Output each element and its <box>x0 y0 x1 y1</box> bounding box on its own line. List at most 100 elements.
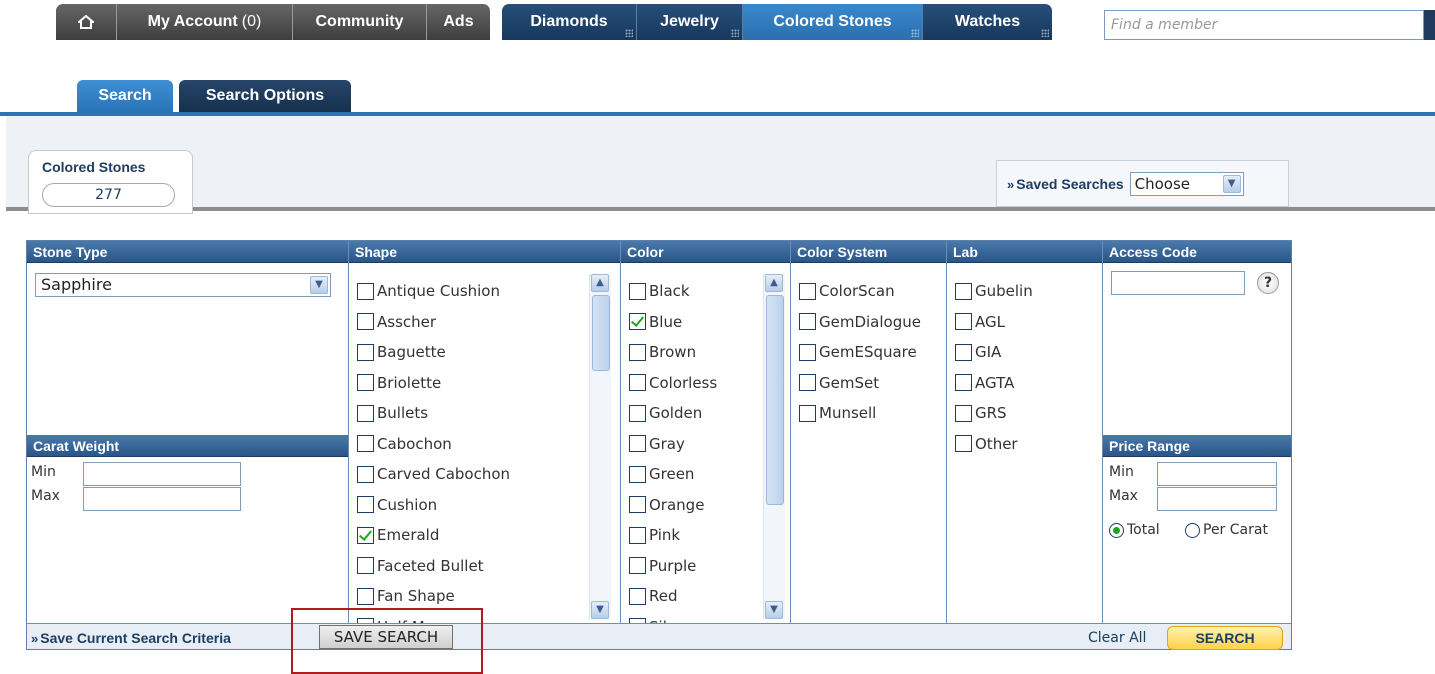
scroll-thumb[interactable] <box>766 295 784 505</box>
checkbox[interactable] <box>629 587 646 605</box>
checkbox[interactable] <box>629 526 646 544</box>
checkbox-checked[interactable] <box>357 526 374 544</box>
tab-search[interactable]: Search <box>77 80 173 112</box>
tab-colored-stones[interactable]: Colored Stones <box>742 4 922 40</box>
checkbox[interactable] <box>799 343 816 361</box>
checkbox[interactable] <box>357 496 374 513</box>
checkbox-option[interactable]: Gray <box>629 434 685 454</box>
carat-min-input[interactable] <box>83 462 241 486</box>
checkbox[interactable] <box>799 404 816 422</box>
checkbox-option[interactable]: Antique Cushion <box>357 281 500 301</box>
saved-searches-select[interactable]: Choose ▼ <box>1129 171 1244 196</box>
checkbox[interactable] <box>357 404 374 422</box>
checkbox[interactable] <box>955 435 972 452</box>
checkbox-option[interactable]: Bullets <box>357 403 428 423</box>
checkbox-option[interactable]: GemESquare <box>799 342 917 362</box>
checkbox[interactable] <box>955 282 972 300</box>
checkbox[interactable] <box>357 282 374 300</box>
checkbox-option[interactable]: Red <box>629 586 678 606</box>
find-member-input[interactable] <box>1104 10 1424 40</box>
find-member-button[interactable] <box>1424 10 1435 40</box>
checkbox[interactable] <box>629 557 646 574</box>
checkbox-option[interactable]: Briolette <box>357 373 441 393</box>
tab-my-account[interactable]: My Account (0) <box>116 4 292 40</box>
checkbox-option[interactable]: Golden <box>629 403 702 423</box>
checkbox[interactable] <box>799 374 816 391</box>
checkbox[interactable] <box>629 435 646 452</box>
checkbox-option[interactable]: Blue <box>629 312 682 332</box>
home-tab[interactable] <box>56 4 116 40</box>
checkbox-option[interactable]: Purple <box>629 556 696 576</box>
tab-jewelry[interactable]: Jewelry <box>636 4 742 40</box>
checkbox-checked[interactable] <box>629 313 646 330</box>
carat-max-input[interactable] <box>83 487 241 511</box>
tab-ads[interactable]: Ads <box>426 4 490 40</box>
checkbox-option[interactable]: Emerald <box>357 525 439 545</box>
checkbox-option[interactable]: Brown <box>629 342 696 362</box>
checkbox-option[interactable]: GRS <box>955 403 1007 423</box>
price-min-input[interactable] <box>1157 462 1277 486</box>
checkbox-option[interactable]: Asscher <box>357 312 436 332</box>
scroll-down-icon[interactable]: ▼ <box>765 601 783 619</box>
price-per-carat-option[interactable]: Per Carat <box>1185 522 1268 538</box>
checkbox-option[interactable]: Cabochon <box>357 434 452 454</box>
checkbox-option[interactable]: Other <box>955 434 1018 454</box>
checkbox[interactable] <box>357 374 374 391</box>
price-total-option[interactable]: Total <box>1109 522 1160 538</box>
checkbox[interactable] <box>357 343 374 361</box>
checkbox-option[interactable]: AGTA <box>955 373 1014 393</box>
checkbox-option[interactable]: GemDialogue <box>799 312 921 332</box>
checkbox[interactable] <box>629 282 646 300</box>
price-per-carat-radio[interactable] <box>1185 522 1200 538</box>
checkbox[interactable] <box>799 313 816 330</box>
checkbox[interactable] <box>955 374 972 391</box>
checkbox-option[interactable]: Orange <box>629 495 704 515</box>
tab-watches[interactable]: Watches <box>922 4 1052 40</box>
checkbox[interactable] <box>629 404 646 422</box>
tab-community[interactable]: Community <box>292 4 426 40</box>
checkbox-option[interactable]: Colorless <box>629 373 717 393</box>
access-code-input[interactable] <box>1111 271 1245 295</box>
price-max-input[interactable] <box>1157 487 1277 511</box>
checkbox-option[interactable]: Baguette <box>357 342 446 362</box>
checkbox-option[interactable]: Cushion <box>357 495 437 515</box>
checkbox-option[interactable]: AGL <box>955 312 1005 332</box>
checkbox-option[interactable]: ColorScan <box>799 281 895 301</box>
tab-diamonds[interactable]: Diamonds <box>502 4 636 40</box>
checkbox-option[interactable]: Pink <box>629 525 680 545</box>
checkbox[interactable] <box>357 587 374 605</box>
scroll-down-icon[interactable]: ▼ <box>591 601 609 619</box>
checkbox[interactable] <box>799 282 816 300</box>
stone-type-select[interactable]: Sapphire ▼ <box>35 273 331 297</box>
checkbox[interactable] <box>357 465 374 483</box>
scroll-thumb[interactable] <box>592 295 610 371</box>
checkbox-option[interactable]: GIA <box>955 342 1001 362</box>
checkbox-option[interactable]: Gubelin <box>955 281 1033 301</box>
checkbox[interactable] <box>629 465 646 483</box>
shape-scrollbar[interactable]: ▲ ▼ <box>589 274 611 619</box>
checkbox-option[interactable]: Fan Shape <box>357 586 455 606</box>
checkbox[interactable] <box>357 557 374 574</box>
checkbox-option[interactable]: Black <box>629 281 690 301</box>
checkbox-option[interactable]: GemSet <box>799 373 879 393</box>
color-scrollbar[interactable]: ▲ ▼ <box>763 274 785 619</box>
checkbox[interactable] <box>629 374 646 391</box>
tab-search-options[interactable]: Search Options <box>179 80 351 112</box>
scroll-up-icon[interactable]: ▲ <box>591 274 609 292</box>
price-total-radio[interactable] <box>1109 522 1124 538</box>
help-icon[interactable]: ? <box>1257 272 1279 294</box>
checkbox[interactable] <box>955 404 972 422</box>
checkbox-option[interactable]: Munsell <box>799 403 876 423</box>
checkbox[interactable] <box>357 313 374 330</box>
checkbox[interactable] <box>955 343 972 361</box>
checkbox[interactable] <box>955 313 972 330</box>
checkbox-option[interactable]: Green <box>629 464 694 484</box>
checkbox-option[interactable]: Carved Cabochon <box>357 464 510 484</box>
checkbox[interactable] <box>629 343 646 361</box>
checkbox-option[interactable]: Faceted Bullet <box>357 556 484 576</box>
clear-all-link[interactable]: Clear All <box>1088 630 1146 646</box>
search-button[interactable]: SEARCH <box>1167 626 1283 650</box>
checkbox[interactable] <box>629 496 646 513</box>
checkbox[interactable] <box>357 435 374 452</box>
scroll-up-icon[interactable]: ▲ <box>765 274 783 292</box>
